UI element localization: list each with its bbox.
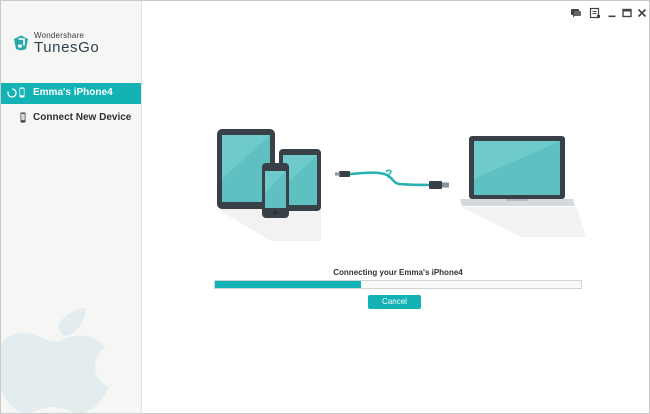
laptop-icon: [460, 136, 575, 206]
menu-icon[interactable]: [589, 7, 601, 19]
tunesgo-logo-icon: [14, 35, 28, 51]
sidebar-item-connect-new-device[interactable]: Connect New Device: [1, 107, 141, 128]
tablet-small-icon: [279, 149, 321, 211]
iphone-icon: [19, 87, 25, 98]
phone-device-icon: [262, 163, 289, 218]
app-window: Wondershare TunesGo Emma's iPhone4 Conne…: [0, 0, 650, 414]
svg-text:?: ?: [385, 167, 392, 181]
sidebar-item-label: Emma's iPhone4: [33, 87, 113, 98]
feedback-icon[interactable]: [570, 7, 582, 19]
connection-status-text: Connecting your Emma's iPhone4: [333, 268, 463, 277]
sidebar: Wondershare TunesGo Emma's iPhone4 Conne…: [1, 1, 142, 413]
sidebar-item-emmas-iphone4[interactable]: Emma's iPhone4: [1, 83, 141, 104]
brand-name: TunesGo: [34, 39, 100, 56]
cancel-button[interactable]: Cancel: [368, 295, 421, 309]
loading-spinner-icon: [7, 88, 17, 98]
app-logo: Wondershare TunesGo: [13, 31, 133, 57]
apple-watermark-icon: [1, 308, 109, 413]
minimize-icon[interactable]: [606, 7, 618, 19]
progress-fill: [215, 281, 362, 288]
close-icon[interactable]: [636, 7, 648, 19]
iphone-icon: [20, 112, 26, 123]
sidebar-item-label: Connect New Device: [33, 112, 132, 123]
tablet-icon: [217, 129, 275, 209]
maximize-icon[interactable]: [621, 7, 633, 19]
usb-cable-icon: ?: [335, 167, 449, 189]
connection-progress-bar: [214, 280, 582, 289]
